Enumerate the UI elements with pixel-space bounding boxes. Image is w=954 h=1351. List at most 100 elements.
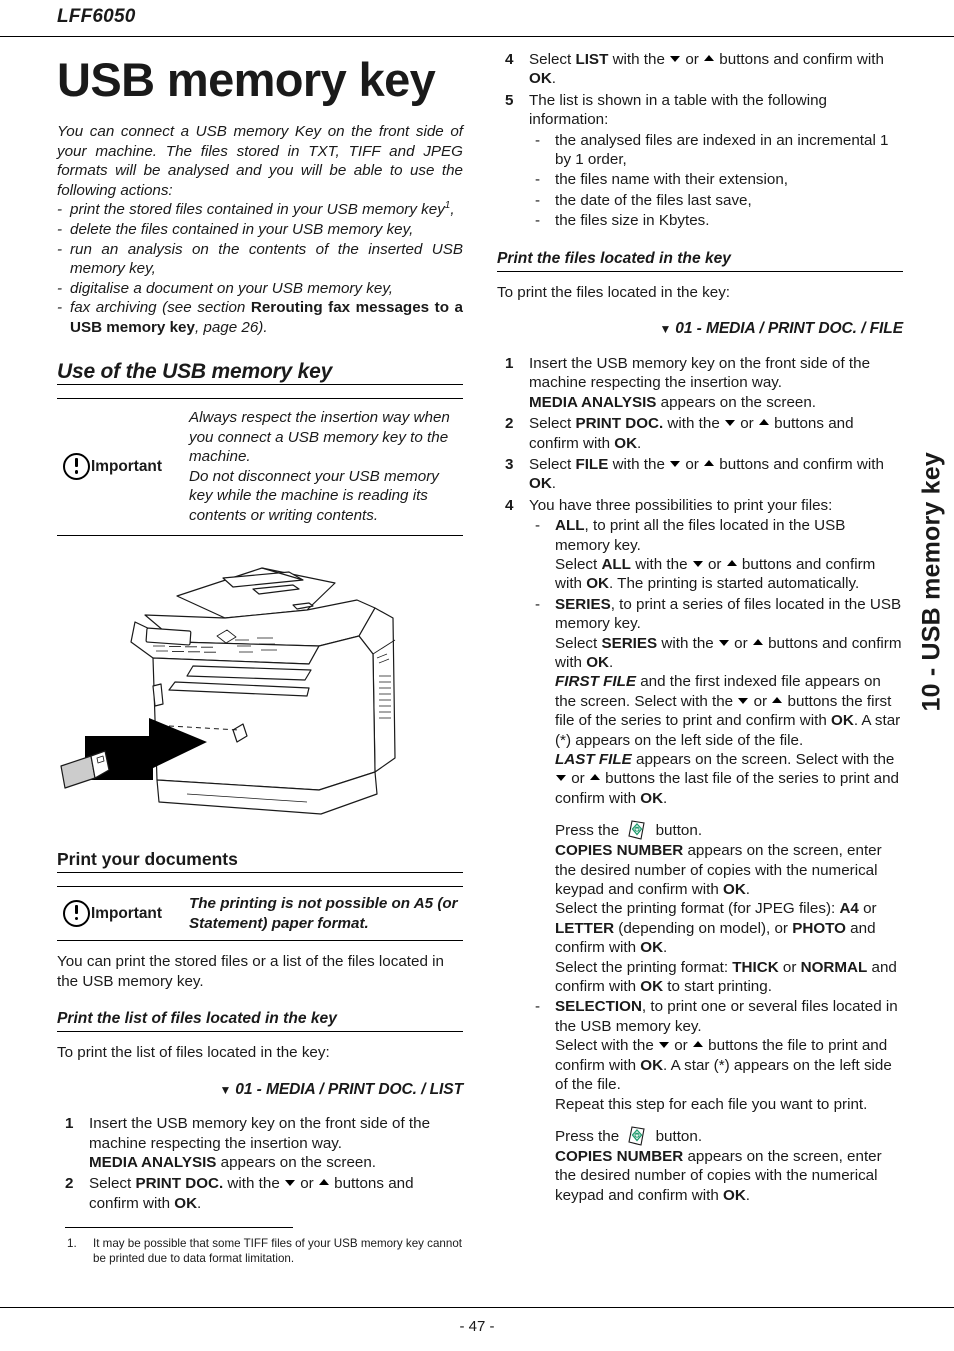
list-item: Select FILE with the or buttons and conf… [497, 455, 903, 494]
heading-print-list-of-files: Print the list of files located in the k… [57, 1009, 463, 1033]
triangle-down-icon: ▼ [219, 1082, 232, 1097]
ok-key: OK [640, 789, 664, 807]
t: Select [529, 455, 576, 473]
list-item: the analysed files are indexed in an inc… [529, 131, 903, 170]
print-list-steps-continued: Select LIST with the or buttons and conf… [497, 50, 903, 231]
list-item: Select PRINT DOC. with the or buttons an… [497, 414, 903, 453]
arrow-down-icon [718, 639, 729, 646]
option-name: ALL [555, 517, 585, 535]
t: . [745, 1186, 751, 1204]
ok-key: OK [586, 653, 610, 671]
format-option: LETTER [555, 919, 615, 937]
option-name: SELECTION [555, 998, 642, 1016]
intro-block: You can connect a USB memory Key on the … [57, 122, 463, 338]
list-item: Select LIST with the or buttons and conf… [505, 50, 884, 88]
menu-option: PRINT DOC. [135, 1175, 224, 1193]
format-option: PHOTO [792, 919, 846, 937]
t: or [681, 455, 704, 473]
menu-option: SERIES [601, 634, 658, 652]
t: to start printing. [663, 978, 772, 996]
printer-usb-insertion-illustration [57, 558, 463, 830]
arrow-up-icon [772, 696, 783, 703]
t: or [567, 770, 589, 788]
step-intro: You have three possibilities to print yo… [529, 496, 833, 514]
right-column: Select LIST with the or buttons and conf… [497, 48, 903, 1205]
intro-bullet-text: print the stored files contained in your… [70, 201, 445, 219]
arrow-up-icon [589, 774, 600, 781]
screen-message: FIRST FILE [555, 673, 636, 691]
intro-bullet-tail: , [450, 201, 455, 219]
t: Select with the [555, 1037, 658, 1055]
t: or [749, 692, 772, 710]
list-item-option-selection: SELECTION, to print one or several files… [529, 997, 903, 1205]
list-table-fields: the analysed files are indexed in an inc… [529, 131, 903, 231]
ok-key: OK [640, 1056, 664, 1074]
t: Select [555, 634, 602, 652]
t: with the [657, 634, 718, 652]
screen-message: COPIES NUMBER [555, 1147, 684, 1165]
print-files-lead: To print the files located in the key: [497, 284, 731, 302]
print-list-lead: To print the list of files located in th… [57, 1044, 330, 1062]
t: buttons and confirm with [715, 455, 884, 473]
ok-key: OK [723, 1186, 746, 1204]
important-tag: Important [57, 900, 189, 927]
arrow-up-icon [758, 419, 769, 426]
document-page: LFF6050 10 - USB memory key USB memory k… [0, 0, 954, 1351]
important-label: Important [91, 904, 162, 922]
arrow-down-icon [556, 775, 566, 782]
option-name: SERIES [555, 595, 611, 613]
list-item: the files size in Kbytes. [529, 211, 903, 231]
step-intro: The list is shown in a table with the fo… [529, 91, 827, 129]
list-item: Select PRINT DOC. with the or buttons an… [65, 1174, 414, 1212]
t: , to print all the files located in the … [555, 517, 846, 554]
t: Select the printing format (for JPEG fil… [555, 900, 840, 918]
step-line: Insert the USB memory key on the front s… [89, 1115, 431, 1152]
t: with the [630, 555, 692, 573]
exclamation-in-circle-icon [63, 453, 90, 481]
t: . [745, 881, 751, 899]
t: buttons the last file of the series to p… [555, 770, 899, 807]
menu-path-file: ▼ 01 - MEDIA / PRINT DOC. / FILE [497, 319, 903, 339]
t: appears on the screen. Select with the [631, 751, 895, 768]
fax-bullet-tail: , page 26). [194, 318, 268, 336]
list-item: print the stored files contained in your… [57, 200, 463, 220]
left-column: USB memory key You can connect a USB mem… [57, 48, 463, 1266]
ok-key: OK [614, 434, 638, 452]
arrow-down-icon [284, 1180, 295, 1187]
arrow-down-icon [738, 697, 749, 704]
t: . [609, 653, 614, 671]
ok-key: OK [723, 881, 746, 899]
list-item: digitalise a document on your USB memory… [57, 279, 463, 299]
print-list-steps: Insert the USB memory key on the front s… [57, 1114, 463, 1213]
t: . The printing is started automatically. [609, 575, 860, 593]
arrow-down-icon [692, 560, 703, 567]
list-item: delete the files contained in your USB m… [57, 220, 463, 240]
page-number: - 47 - [459, 1318, 495, 1335]
page-title: USB memory key [57, 53, 436, 106]
list-item-option-all: ALL, to print all the files located in t… [529, 516, 903, 594]
list-item: the date of the files last save, [529, 191, 903, 211]
arrow-down-icon [724, 420, 735, 427]
format-option: NORMAL [800, 958, 868, 976]
t: or [729, 634, 752, 652]
arrow-up-icon [726, 559, 737, 566]
ok-key: OK [831, 712, 854, 730]
menu-option: FILE [575, 455, 609, 473]
t: . [663, 789, 668, 807]
t: Select the printing format: [555, 958, 733, 976]
t: button. [651, 822, 703, 840]
list-item: Insert the USB memory key on the front s… [65, 1114, 431, 1171]
list-item: The list is shown in a table with the fo… [497, 91, 903, 231]
start-button-icon [626, 1125, 648, 1147]
press-start-block-2: Press the button. COPIES NUMBER appears … [555, 1125, 903, 1205]
ok-key: OK [174, 1194, 198, 1212]
footer-rule [0, 1307, 954, 1308]
ok-key: OK [529, 70, 552, 88]
important-label: Important [91, 458, 162, 476]
fax-bullet-lead: fax archiving (see section [70, 299, 251, 317]
t: Select [529, 415, 576, 433]
heading-print-files-in-key: Print the files located in the key [497, 249, 903, 273]
running-head: LFF6050 [57, 6, 136, 27]
intro-paragraph: You can connect a USB memory Key on the … [57, 123, 463, 199]
list-item: Insert the USB memory key on the front s… [497, 354, 903, 412]
